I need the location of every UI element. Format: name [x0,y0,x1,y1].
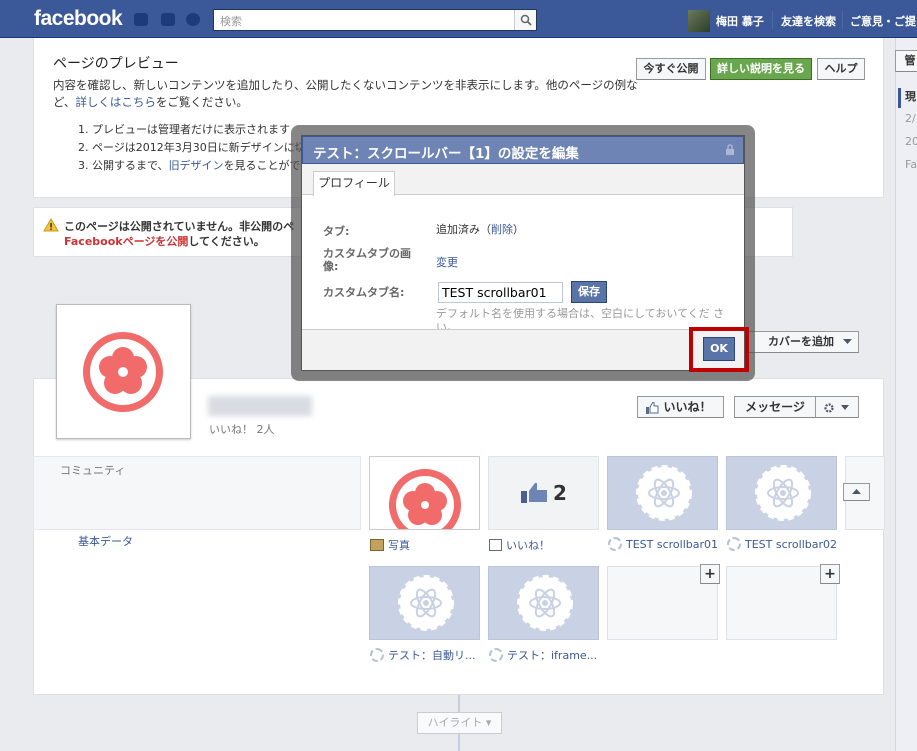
thumbs-up-icon [646,402,659,414]
page-name-blurred [208,396,312,416]
publish-page-link[interactable]: Facebookページを公開 [64,235,188,248]
likes-count: いいね！ 2人 [209,423,275,436]
app-gear-icon [370,648,384,662]
messages-icon[interactable] [161,13,175,26]
crest-thumbnail-icon [389,469,461,529]
save-tab-name-button[interactable]: 保存 [571,281,607,303]
dialog-footer [302,329,744,370]
feedback-link[interactable]: ご意見・ご提 [850,13,916,29]
warning-text: このページは公開されていません。非公開のペ [64,220,295,233]
facebook-logo[interactable]: facebook [34,7,123,31]
friend-requests-icon[interactable] [134,13,148,26]
search-box[interactable]: 検索 [213,9,537,31]
tile-label-scrollbar01: TEST scrollbar01 [608,537,718,551]
change-image-link[interactable]: 変更 [436,254,458,270]
custom-tab-name-input[interactable] [438,282,563,303]
find-friends-link[interactable]: 友達を検索 [781,13,836,29]
preview-item-3: 3. 公開するまで、旧デザインを見ることがで [78,159,301,172]
sidebar-item-3[interactable]: Fa [905,158,917,171]
profile-picture[interactable] [56,304,191,439]
community-label: コミュニティ [60,464,126,477]
thumbs-up-icon [489,539,502,551]
chevron-up-icon [852,489,861,494]
atom-gear-icon [398,575,454,631]
sidebar-item-0[interactable]: 現 [898,88,916,108]
basic-data-link[interactable]: 基本データ [78,533,133,549]
preview-title: ページのプレビュー [53,56,179,72]
message-button[interactable]: メッセージ [734,396,816,418]
dialog-title: テスト：スクロールバー【1】の設定を編集 [313,146,579,162]
learn-more-link[interactable]: 詳しくはこちら [75,95,156,109]
preview-description: 内容を確認し、新しいコンテンツを追加したり、公開したくないコンテンツを非表示にし… [53,78,638,92]
chevron-down-icon [843,339,852,344]
warning-icon [43,218,59,232]
crest-icon [83,332,163,412]
admin-button[interactable]: 管 [895,50,917,72]
sidebar-item-2[interactable]: 20 [905,135,917,148]
plus-icon: + [824,566,836,582]
tab-profile[interactable]: プロフィール [313,171,395,196]
plus-icon: + [704,566,716,582]
search-input[interactable]: 検索 [220,13,242,29]
app-gear-icon [489,648,503,662]
preview-item-2: 2. ページは2012年3月30日に新デザインに切 [78,141,306,154]
divider [772,11,773,29]
app-tile-scrollbar02[interactable] [726,456,837,530]
chevron-down-icon: ▾ [485,716,492,729]
old-design-link[interactable]: 旧デザイン [169,159,224,172]
app-tile-iframe[interactable] [488,566,599,640]
edit-settings-dialog: テスト：スクロールバー【1】の設定を編集 プロフィール タブ: 追加済み（削除）… [301,135,745,371]
tile-label-photos: 写真 [370,537,410,553]
custom-tab-name-label: カスタムタブ名: [323,286,405,299]
likes-tile[interactable]: 2 [488,456,599,530]
likes-tile-count: 2 [553,481,567,505]
settings-menu-button[interactable] [815,396,859,418]
add-cover-button[interactable]: カバーを追加 [745,331,859,353]
publish-now-button[interactable]: 今すぐ公開 [636,58,706,80]
search-button[interactable] [514,10,536,30]
preview-item-1: 1. プレビューは管理者だけに表示されます [78,123,290,136]
lock-icon [726,144,734,155]
delete-tab-link[interactable]: 削除 [491,223,513,236]
notifications-icon[interactable] [186,13,200,26]
atom-gear-icon [636,465,692,521]
app-tile-scrollbar01[interactable] [607,456,718,530]
help-button[interactable]: ヘルプ [817,58,865,80]
highlight-dropdown[interactable]: ハイライト ▾ [417,712,502,734]
tab-status-value: 追加済み（削除） [436,223,524,236]
tile-label-likes: いいね！ [489,537,550,553]
user-name-link[interactable]: 梅田 慕子 [716,13,764,29]
app-tile-auto[interactable] [369,566,480,640]
gear-icon [824,403,849,413]
details-button[interactable]: 詳しい説明を見る [710,58,812,80]
search-icon [520,14,532,26]
tile-label-scrollbar02: TEST scrollbar02 [727,537,837,551]
ok-button[interactable]: OK [703,337,735,361]
sidebar-item-1[interactable]: 2/ [905,112,916,125]
photos-tile[interactable] [369,456,480,530]
thumbs-up-icon [521,483,547,503]
like-page-button[interactable]: いいね！ [637,396,724,418]
custom-tab-image-label: カスタムタブの画像: [323,247,411,273]
add-app-button[interactable]: + [700,564,720,584]
app-gear-icon [727,537,741,551]
user-avatar[interactable] [688,10,710,32]
photos-icon [370,539,384,551]
tab-status-label: タブ: [323,225,350,238]
dialog-title-bar: テスト：スクロールバー【1】の設定を編集 [302,136,744,164]
scroll-up-button[interactable] [843,483,870,501]
add-app-button[interactable]: + [820,564,840,584]
warning-text-2: Facebookページを公開してください。 [64,235,265,248]
app-gear-icon [608,537,622,551]
preview-description-2: ど、詳しくはこちらをご覧ください。 [53,95,248,109]
tile-label-auto: テスト：自動リ... [370,647,476,663]
tab-name-hint: デフォルト名を使用する場合は、空白にしておいてくだ さい。 [436,307,725,331]
atom-gear-icon [517,575,573,631]
tile-label-iframe: テスト：iframe... [489,647,597,663]
atom-gear-icon [755,465,811,521]
divider [842,11,843,29]
